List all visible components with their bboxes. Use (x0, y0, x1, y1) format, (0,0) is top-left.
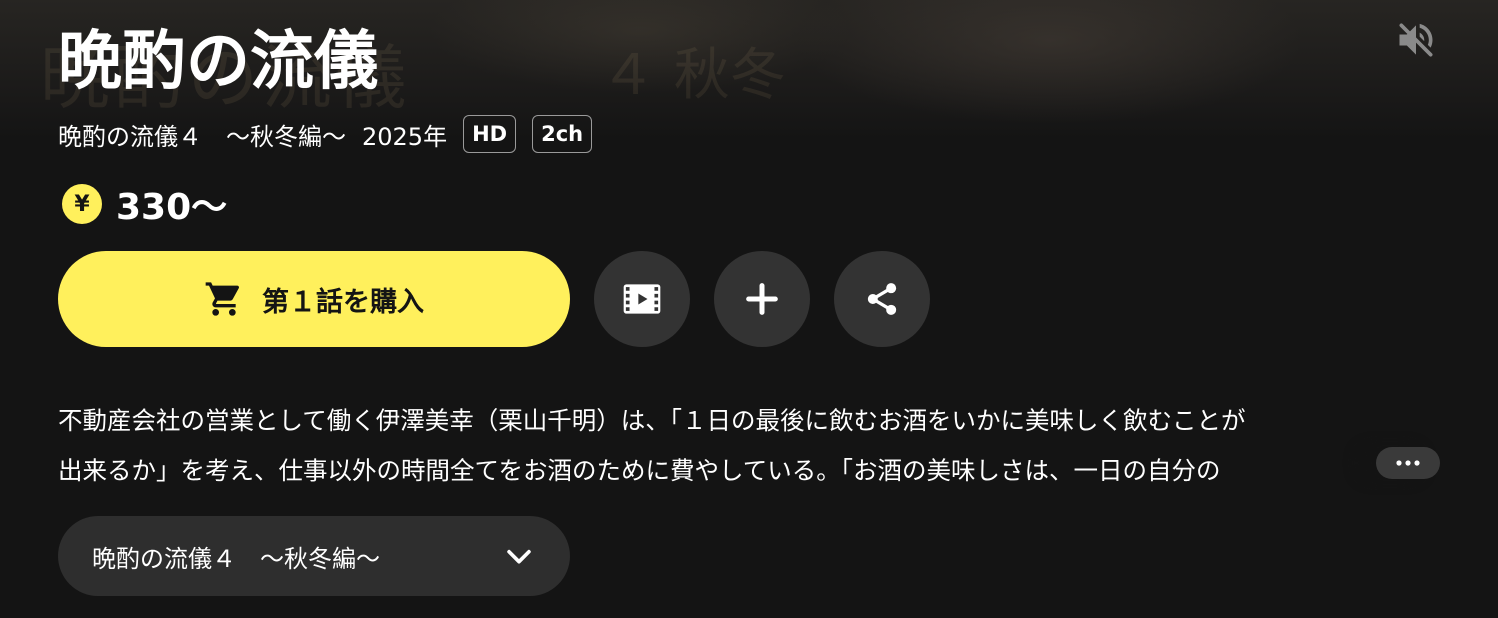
share-icon (867, 283, 897, 315)
buy-button-label: 第１話を購入 (262, 286, 424, 318)
hd-badge: HD (463, 115, 517, 153)
detail-page: 晩酌の流儀 ４ 秋冬 晩酌の流儀 晩酌の流儀４ ～秋冬編～ 2025年 HD 2… (0, 0, 1498, 618)
hero-background-subtitle-art: ４ 秋冬 (600, 43, 786, 108)
mute-button[interactable] (1388, 12, 1444, 68)
add-to-list-button[interactable] (714, 251, 810, 347)
trailer-button[interactable] (594, 251, 690, 347)
film-icon (623, 284, 661, 314)
release-year: 2025年 (362, 122, 448, 151)
synopsis-line: 不動産会社の営業として働く伊澤美幸（栗山千明）は、「１日の最後に飲むお酒をいかに… (58, 406, 1246, 435)
more-dots-icon (1396, 460, 1420, 466)
yen-icon: ¥ (62, 184, 102, 224)
price-row: ¥ 330～ (62, 182, 227, 228)
cart-icon (205, 282, 240, 316)
expand-synopsis-button[interactable] (1376, 447, 1440, 479)
page-title: 晩酌の流儀 (58, 25, 378, 99)
season-selector[interactable]: 晩酌の流儀４ ～秋冬編～ (58, 516, 570, 596)
series-name: 晩酌の流儀４ ～秋冬編～ (58, 122, 346, 151)
season-selector-value: 晩酌の流儀４ ～秋冬編～ (92, 544, 380, 573)
share-button[interactable] (834, 251, 930, 347)
mute-icon (1399, 23, 1433, 57)
price-amount: 330～ (116, 187, 228, 228)
meta-row: 晩酌の流儀４ ～秋冬編～ 2025年 HD 2ch (58, 113, 593, 155)
plus-icon (746, 283, 778, 315)
buy-episode-button[interactable]: 第１話を購入 (58, 251, 570, 347)
chevron-down-icon (507, 549, 531, 564)
synopsis-line: 出来るか」を考え、仕事以外の時間全てをお酒のために費やしている。「お酒の美味しさ… (58, 456, 1221, 485)
synopsis: 不動産会社の営業として働く伊澤美幸（栗山千明）は、「１日の最後に飲むお酒をいかに… (58, 396, 1438, 496)
audio-badge: 2ch (532, 115, 593, 153)
